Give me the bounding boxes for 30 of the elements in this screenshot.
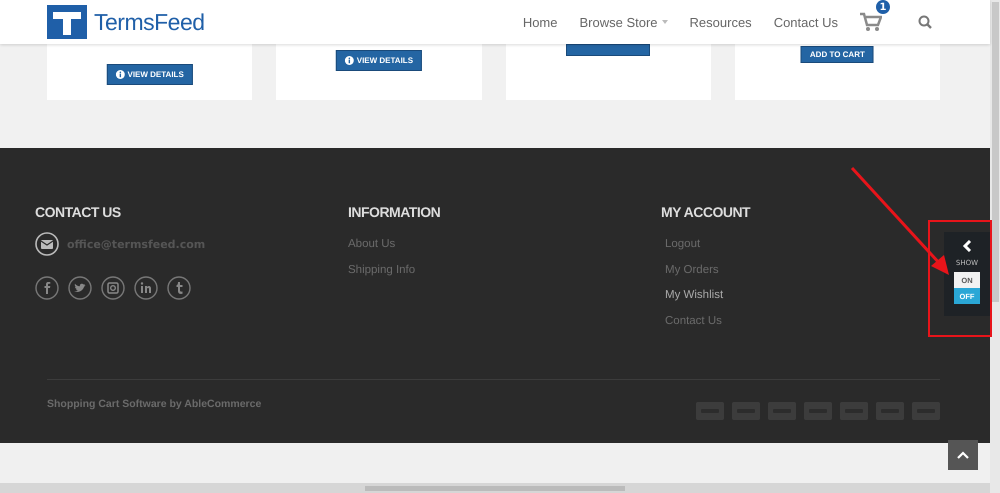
nav-link[interactable]: Home: [522, 14, 558, 30]
back-to-top-button[interactable]: [948, 440, 978, 470]
cart-count-badge: 1: [876, 0, 890, 14]
add-to-cart-button[interactable]: ADD TO CART: [800, 46, 874, 63]
logo-icon: [47, 5, 87, 39]
view-details-button[interactable]: VIEW DETAILS: [106, 64, 193, 85]
nav-link[interactable]: Browse Store: [580, 14, 668, 30]
footer-heading: INFORMATION: [348, 204, 442, 220]
footer-heading: CONTACT US: [35, 204, 122, 220]
footer-heading: MY ACCOUNT: [661, 204, 752, 220]
chevron-up-icon: [956, 450, 970, 460]
search-icon[interactable]: [918, 15, 932, 29]
linkedin-icon[interactable]: [134, 276, 158, 300]
nav-link[interactable]: Resources: [690, 14, 752, 30]
logo-text[interactable]: TermsFeed: [94, 8, 205, 36]
vertical-scrollbar[interactable]: [990, 0, 1000, 493]
footer-link[interactable]: My Wishlist: [661, 283, 724, 308]
info-icon: [115, 70, 124, 79]
chevron-left-icon[interactable]: [962, 240, 972, 252]
cart-icon[interactable]: [860, 12, 882, 32]
footer-credit: Shopping Cart Software by AbleCommerce: [47, 398, 262, 410]
view-details-button[interactable]: VIEW DETAILS: [336, 50, 422, 71]
twitter-icon[interactable]: [68, 276, 92, 300]
horizontal-scrollbar[interactable]: [0, 483, 990, 493]
nav-link[interactable]: Contact Us: [774, 14, 838, 30]
email-icon: [35, 232, 59, 256]
camera-icon[interactable]: [101, 276, 125, 300]
tumblr-icon[interactable]: [167, 276, 191, 300]
info-icon: [344, 56, 354, 65]
facebook-icon[interactable]: [35, 276, 59, 300]
